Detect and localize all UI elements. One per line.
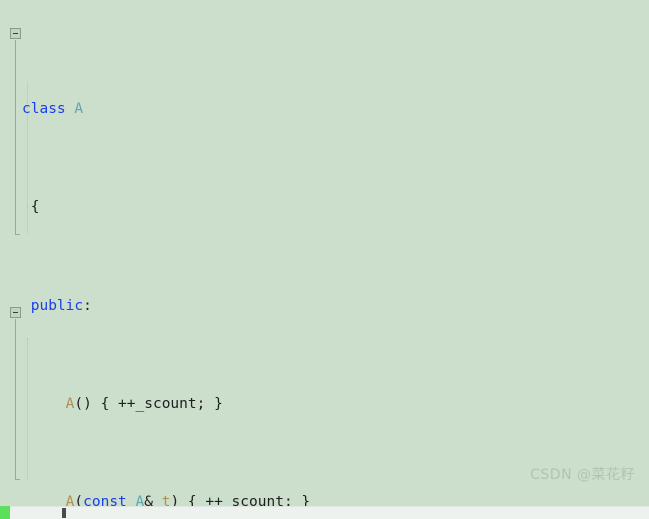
token-brace-open: { [30, 199, 40, 216]
horizontal-scrollbar[interactable] [10, 506, 649, 519]
code-line[interactable]: { [22, 195, 432, 220]
code-line[interactable]: class A [22, 97, 432, 122]
code-line[interactable]: public: [22, 294, 432, 319]
token-keyword-class: class [22, 100, 66, 117]
scrollbar-corner [0, 506, 10, 519]
code-content[interactable]: class A { public: A() { ++_scount; } A(c… [22, 23, 432, 519]
horizontal-scrollbar-thumb[interactable] [62, 508, 66, 518]
editor-text-area[interactable]: class A { public: A() { ++_scount; } A(c… [0, 0, 649, 510]
code-editor-window: class A { public: A() { ++_scount; } A(c… [0, 0, 649, 519]
fold-toggle-main-icon[interactable] [10, 307, 21, 318]
token-keyword-public: public [30, 297, 84, 314]
fold-region-line-main [15, 319, 20, 480]
code-line[interactable]: A() { ++_scount; } [22, 392, 432, 417]
fold-region-line-class-a [15, 40, 20, 235]
fold-toggle-class-a-icon[interactable] [10, 28, 21, 39]
token-colon: : [83, 297, 92, 314]
token-ctor-body: () { ++_scount; } [74, 395, 223, 412]
token-type-a: A [74, 100, 84, 117]
csdn-watermark: CSDN @菜花籽 [530, 467, 635, 483]
folding-gutter[interactable] [10, 0, 22, 506]
